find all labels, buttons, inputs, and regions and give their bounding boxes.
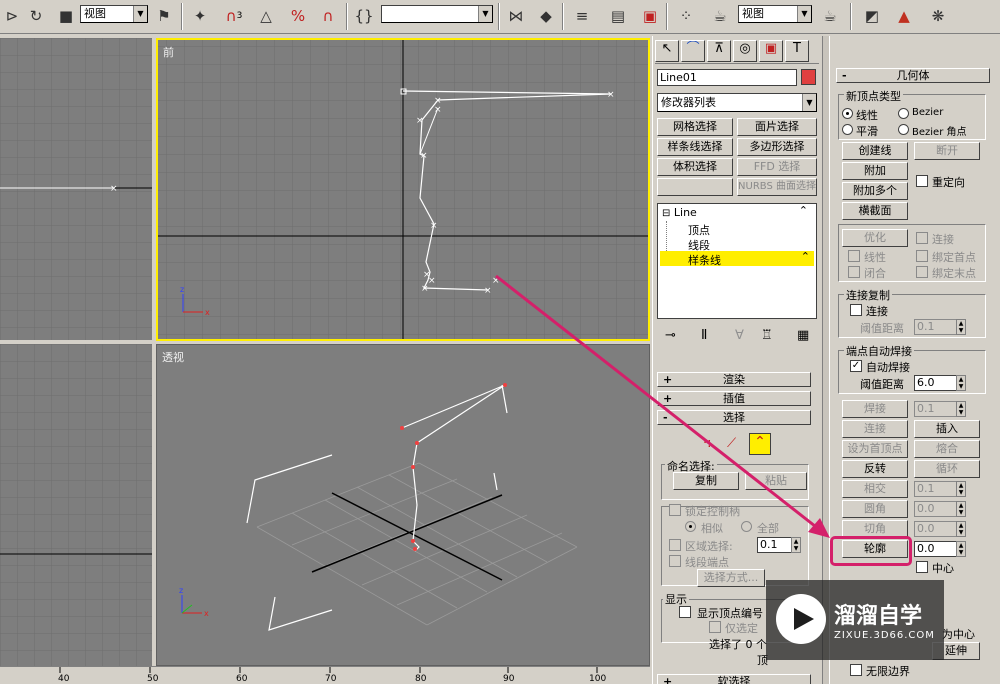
play-logo-icon bbox=[794, 608, 814, 630]
watermark-url: ZIXUE.3D66.COM bbox=[834, 630, 935, 641]
watermark-brand: 溜溜自学 bbox=[834, 604, 923, 629]
watermark: 溜溜自学 ZIXUE.3D66.COM bbox=[766, 580, 944, 660]
watermark-logo-icon bbox=[776, 594, 826, 644]
